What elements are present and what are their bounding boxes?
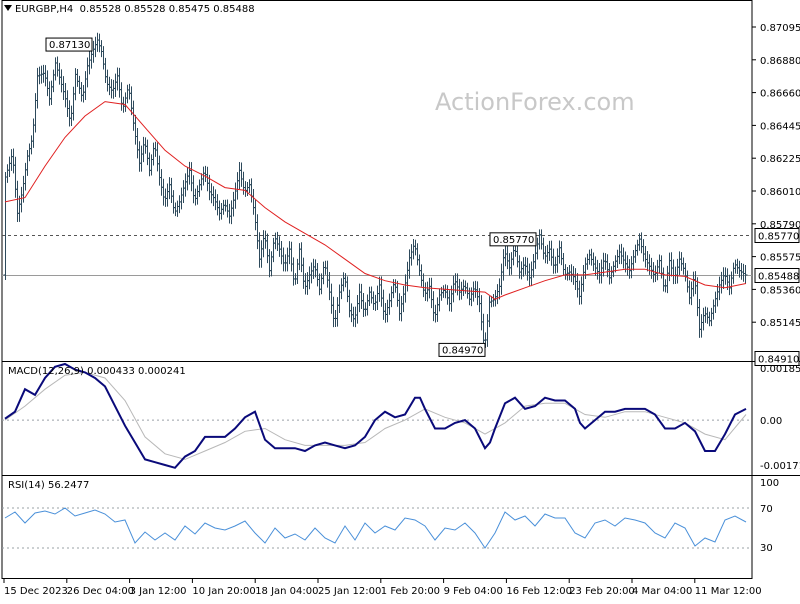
x-tick-label: 10 Jan 20:00 xyxy=(192,586,255,597)
x-tick-label: 9 Feb 04:00 xyxy=(444,586,503,597)
y-tick-label: 0.86010 xyxy=(760,187,800,198)
chart-root: 0.87095 0.86880 0.86660 0.86445 0.86225 0.860… xyxy=(0,0,800,600)
x-tick-label: 26 Dec 04:00 xyxy=(67,586,134,597)
x-tick-label: 18 Jan 04:00 xyxy=(255,586,318,597)
y-tick-label: 0.86880 xyxy=(760,56,800,67)
rsi-line xyxy=(4,507,747,549)
y-tick-label: 0.85575 xyxy=(760,253,800,264)
rsi-header: RSI(14) 56.2477 xyxy=(8,480,89,491)
dropdown-triangle-icon[interactable] xyxy=(4,5,12,11)
moving-average-line xyxy=(4,101,747,300)
x-tick-label: 4 Mar 04:00 xyxy=(632,586,692,597)
y-tick-label: 0.86445 xyxy=(760,121,800,132)
macd-line xyxy=(4,362,747,469)
price-header: EURGBP,H4 0.85528 0.85528 0.85475 0.8548… xyxy=(4,4,255,15)
x-tick-label: 11 Mar 12:00 xyxy=(695,586,762,597)
macd-signal-line xyxy=(4,371,747,460)
rsi-y-tick-label: 70 xyxy=(760,504,773,515)
macd-header: MACD(12,26,9) 0.000433 0.000241 xyxy=(8,366,186,377)
x-tick-label: 3 Jan 12:00 xyxy=(130,586,187,597)
macd-y-tick-label: 0.00 xyxy=(760,416,782,427)
watermark: ActionForex.com xyxy=(435,88,635,116)
y-tick-label: 0.87095 xyxy=(760,23,800,34)
ohlc-values: 0.85528 0.85528 0.85475 0.85488 xyxy=(79,4,255,15)
level-annotation-label: 0.84970 xyxy=(442,345,483,356)
macd-y-tick-label: -0.001718 xyxy=(760,461,800,472)
level-annotation-label: 0.85770 xyxy=(493,235,534,246)
y-tick-label: 0.86660 xyxy=(760,89,800,100)
symbol-label: EURGBP,H4 xyxy=(15,4,74,15)
y-tick-label: 0.86225 xyxy=(760,154,800,165)
x-tick-label: 23 Feb 20:00 xyxy=(569,586,635,597)
axis-price-label: 0.85770 xyxy=(758,232,799,243)
chart-canvas: 0.87095 0.86880 0.86660 0.86445 0.86225 0.860… xyxy=(1,0,800,597)
macd-y-tick-label: 0.001859 xyxy=(760,364,800,375)
y-tick-label: 0.85145 xyxy=(760,318,800,329)
x-tick-label: 15 Dec 2023 xyxy=(4,586,68,597)
macd-title: MACD(12,26,9) 0.000433 0.000241 xyxy=(8,366,186,377)
rsi-title: RSI(14) 56.2477 xyxy=(8,480,90,491)
y-tick-label: 0.85360 xyxy=(760,285,800,296)
x-tick-label: 16 Feb 12:00 xyxy=(506,586,572,597)
ohlc-bars xyxy=(3,32,748,349)
axis-price-label: 0.85488 xyxy=(758,272,799,283)
x-tick-label: 1 Feb 20:00 xyxy=(381,586,440,597)
level-annotation-label: 0.87130 xyxy=(49,40,90,51)
x-tick-label: 25 Jan 12:00 xyxy=(318,586,381,597)
rsi-y-tick-label: 100 xyxy=(760,478,779,489)
rsi-y-tick-label: 30 xyxy=(760,543,773,554)
